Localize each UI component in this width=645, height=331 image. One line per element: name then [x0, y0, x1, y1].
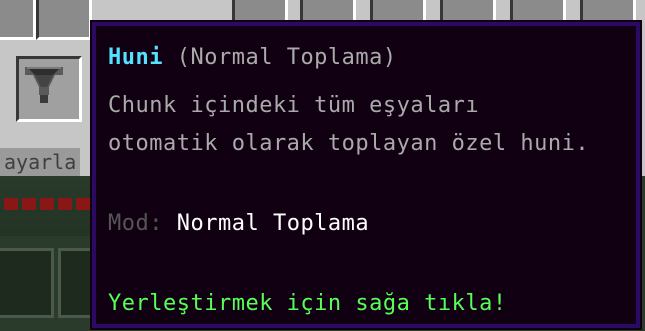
item-subtitle: (Normal Toplama) — [176, 45, 397, 70]
inventory-slot[interactable] — [0, 0, 36, 40]
inventory-label: ayarla — [0, 148, 81, 176]
heart-icon — [4, 198, 18, 210]
mode-value: Normal Toplama — [176, 211, 370, 236]
hovered-slot[interactable] — [16, 56, 82, 122]
action-hint: Yerleştirmek için sağa tıkla! — [108, 291, 507, 316]
tooltip-title: Huni (Normal Toplama) — [108, 44, 397, 72]
item-tooltip: Huni (Normal Toplama) Chunk içindeki tüm… — [90, 20, 642, 330]
hotbar-slot[interactable] — [0, 248, 54, 318]
item-name: Huni — [108, 45, 163, 70]
heart-icon — [58, 198, 72, 210]
heart-icon — [76, 198, 90, 210]
inventory-slot[interactable] — [36, 0, 92, 40]
heart-icon — [22, 198, 36, 210]
description-line-2: otomatik olarak toplayan özel huni. — [108, 131, 590, 156]
heart-icon — [40, 198, 54, 210]
description-line-1: Chunk içindeki tüm eşyaları — [108, 93, 480, 118]
mode-line: Mod: Normal Toplama — [108, 210, 369, 238]
hopper-icon — [25, 67, 63, 103]
mode-label: Mod: — [108, 211, 163, 236]
